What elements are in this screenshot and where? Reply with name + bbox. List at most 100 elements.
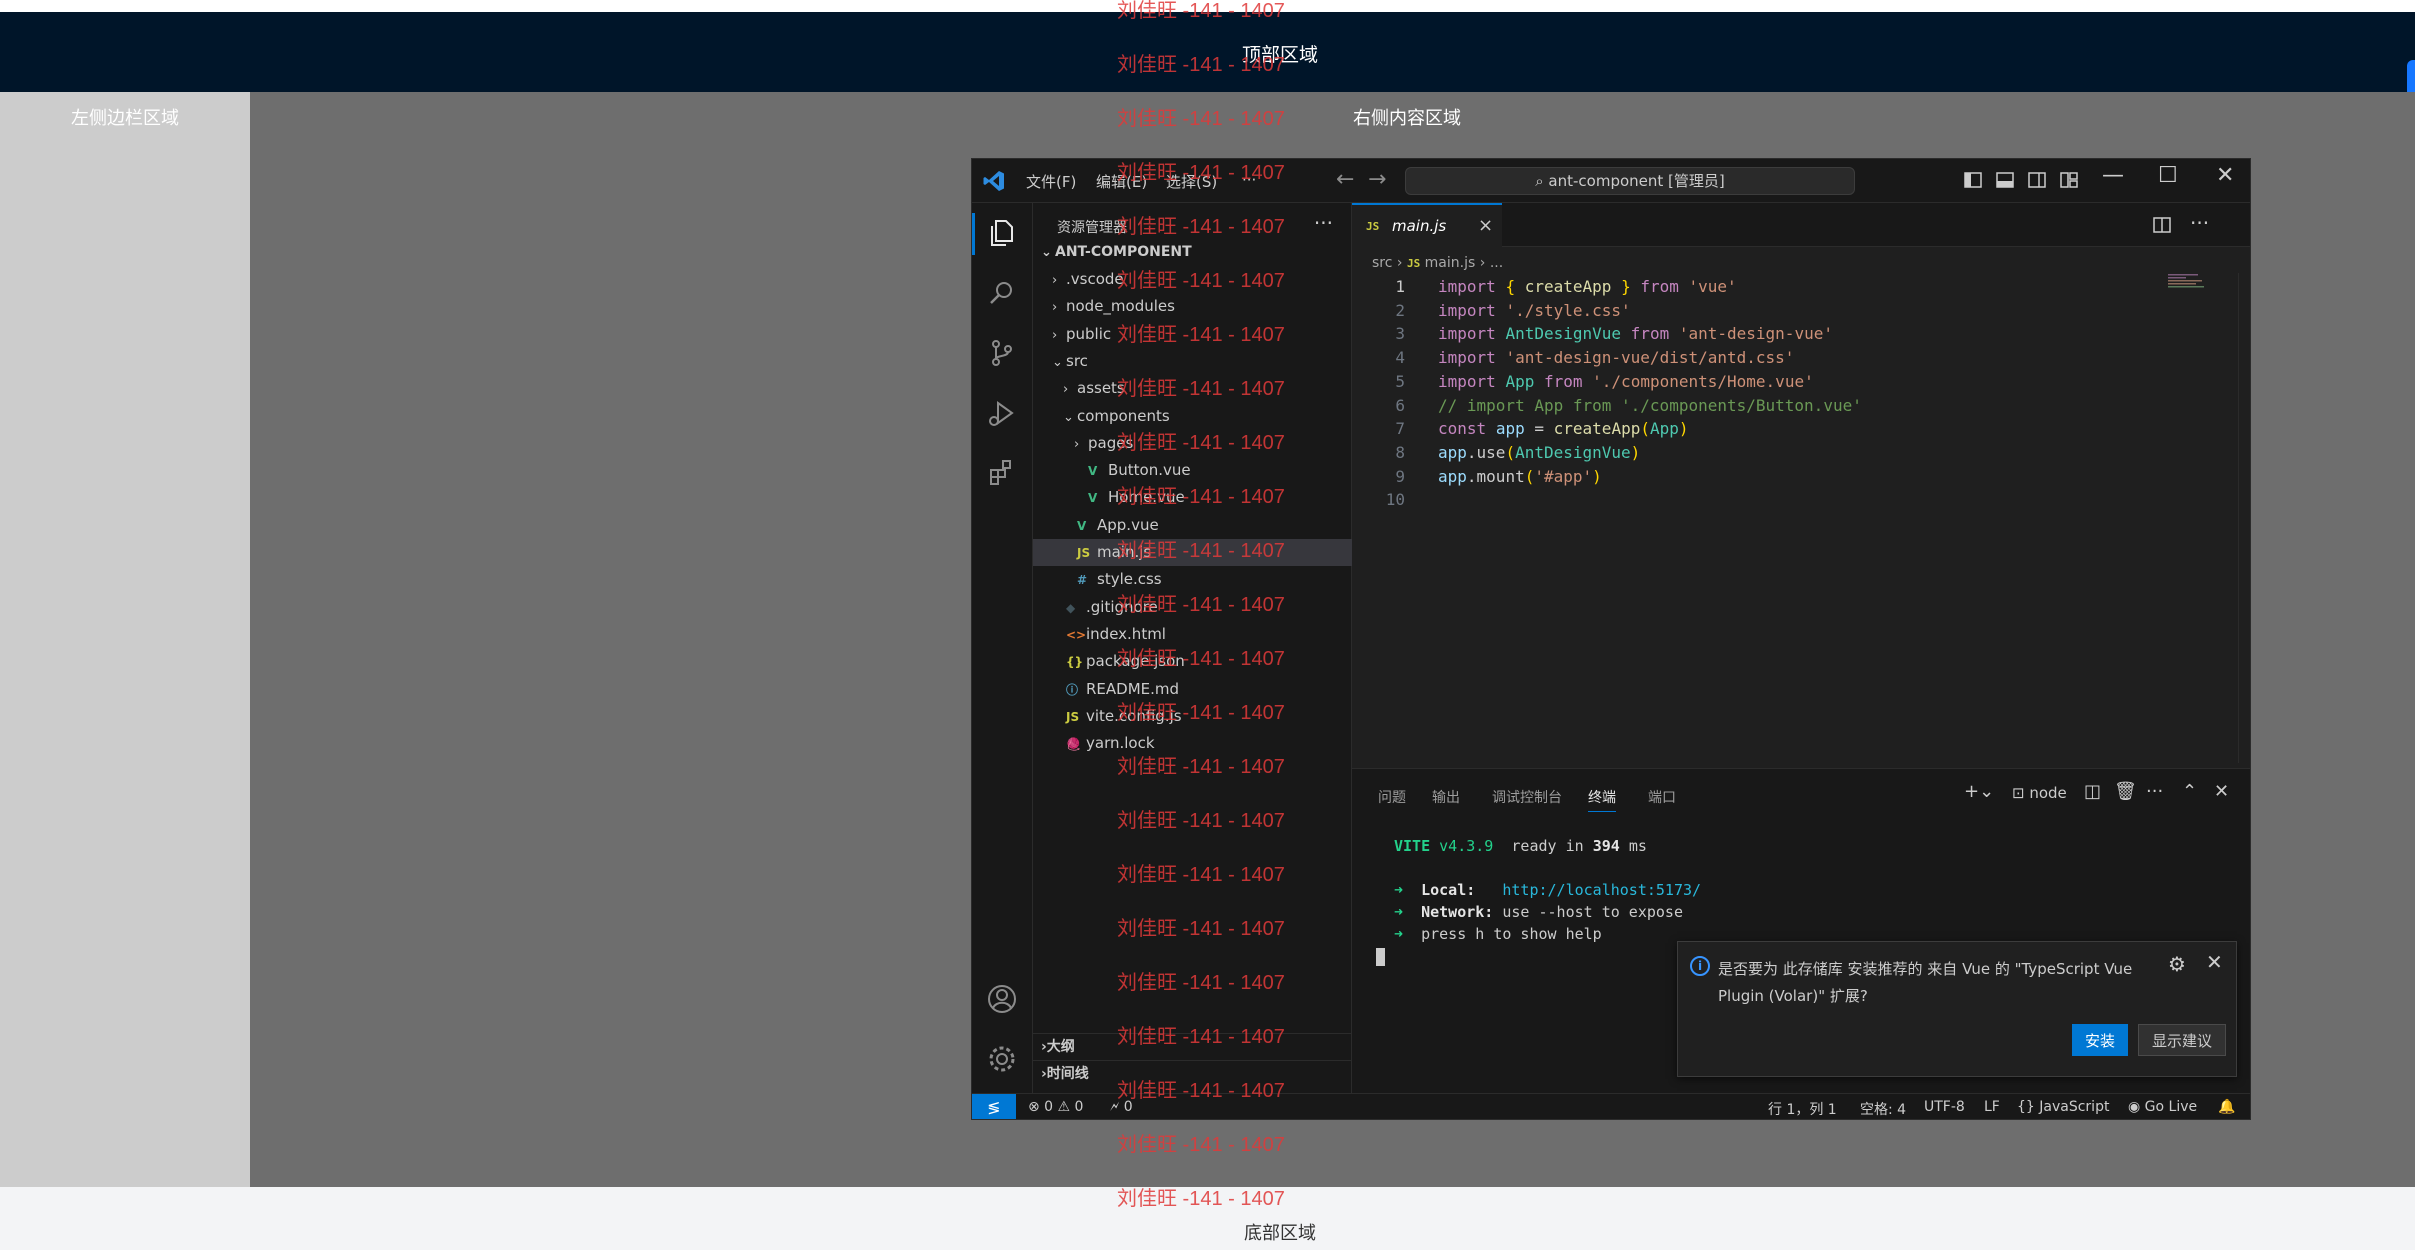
tree-item[interactable]: ⌄ components — [1033, 403, 1352, 430]
code-line[interactable]: 4 import 'ant-design-vue/dist/antd.css' — [1352, 346, 1794, 370]
maximize-icon[interactable]: ☐ — [2158, 163, 2178, 188]
minimap[interactable] — [2168, 273, 2208, 289]
tree-item[interactable]: V Button.vue — [1033, 457, 1352, 484]
breadcrumb: src › JS main.js › ... — [1372, 255, 1503, 271]
toggle-sidebar-icon[interactable] — [1962, 169, 1984, 191]
editor-more-icon[interactable]: ··· — [2190, 211, 2209, 235]
breadcrumb-symbol[interactable]: ... — [1490, 255, 1503, 271]
code-line[interactable]: 3 import AntDesignVue from 'ant-design-vu… — [1352, 322, 1833, 346]
problems-status[interactable]: ⊗ 0 ⚠ 0 — [1028, 1099, 1083, 1115]
tab-ports[interactable]: 端口 — [1648, 787, 1676, 807]
tree-item[interactable]: JS main.js — [1033, 539, 1352, 566]
tree-item[interactable]: › pages — [1033, 430, 1352, 457]
tab-output[interactable]: 输出 — [1432, 787, 1460, 807]
run-debug-icon[interactable] — [986, 397, 1018, 429]
minimize-icon[interactable]: — — [2102, 163, 2124, 188]
menu-file[interactable]: 文件(F) — [1026, 171, 1076, 192]
code-line[interactable]: 2 import './style.css' — [1352, 299, 1630, 323]
customize-layout-icon[interactable] — [2058, 169, 2080, 191]
tree-item[interactable]: ⌄ src — [1033, 348, 1352, 375]
outline-section[interactable]: ›大纲 — [1033, 1033, 1352, 1060]
tree-item-label: App.vue — [1097, 515, 1159, 534]
tree-item[interactable]: ⓘ README.md — [1033, 676, 1352, 703]
split-terminal-icon[interactable]: ◫ — [2084, 781, 2101, 802]
maximize-panel-icon[interactable]: ⌃ — [2182, 781, 2197, 802]
split-editor-icon[interactable] — [2152, 215, 2172, 235]
code-line[interactable]: 5 import App from './components/Home.vue' — [1352, 370, 1813, 394]
close-icon[interactable]: ✕ — [2206, 950, 2223, 974]
code-line[interactable]: 7 const app = createApp(App) — [1352, 417, 1688, 441]
close-window-icon[interactable]: ✕ — [2216, 163, 2234, 188]
tree-item[interactable]: 🧶 yarn.lock — [1033, 730, 1352, 757]
extensions-icon[interactable] — [986, 457, 1018, 489]
breadcrumb-src[interactable]: src — [1372, 255, 1392, 271]
source-control-icon[interactable] — [986, 337, 1018, 369]
explorer-title: 资源管理器 — [1057, 220, 1127, 236]
close-icon[interactable]: × — [1478, 215, 1493, 236]
code-line[interactable]: 6 // import App from './components/Button… — [1352, 394, 1861, 418]
search-icon[interactable] — [986, 277, 1018, 309]
line-number: 2 — [1395, 300, 1405, 320]
tree-item[interactable]: › .vscode — [1033, 266, 1352, 293]
tab-problems[interactable]: 问题 — [1378, 787, 1406, 807]
code-text: import { createApp } from 'vue' — [1438, 277, 1737, 296]
code-line[interactable]: 8 app.use(AntDesignVue) — [1352, 441, 1640, 465]
toggle-secondary-sidebar-icon[interactable] — [2026, 169, 2048, 191]
forward-arrow-icon[interactable]: → — [1368, 167, 1386, 192]
chevron-right-icon: › — [1396, 255, 1407, 271]
timeline-section[interactable]: ›时间线 — [1033, 1060, 1352, 1087]
tree-item[interactable]: V App.vue — [1033, 512, 1352, 539]
new-terminal-icon[interactable]: +⌄ — [1964, 781, 1994, 802]
show-recommendations-button[interactable]: 显示建议 — [2138, 1024, 2226, 1056]
extension-recommendation-notification: i 是否要为 此存储库 安装推荐的 来自 Vue 的 "TypeScript V… — [1677, 941, 2237, 1077]
editor-scrollbar[interactable] — [2238, 273, 2250, 763]
close-panel-icon[interactable]: ✕ — [2214, 781, 2229, 802]
breadcrumb-file[interactable]: main.js — [1425, 255, 1476, 271]
code-line[interactable]: 9 app.mount('#app') — [1352, 465, 1601, 489]
tab-debug-console[interactable]: 调试控制台 — [1492, 787, 1562, 807]
tree-item[interactable]: ◆ .gitignore — [1033, 594, 1352, 621]
code-line[interactable]: 1 import { createApp } from 'vue' — [1352, 275, 1736, 299]
command-center-search[interactable]: ⌕ ant-component [管理员] — [1405, 167, 1855, 195]
local-url-link[interactable]: http://localhost:5173/ — [1502, 881, 1701, 899]
explorer-root-folder[interactable]: ⌄ ANT-COMPONENT — [1033, 239, 1352, 266]
terminal-cursor[interactable] — [1376, 945, 1385, 967]
notifications-bell-icon[interactable]: 🔔 — [2218, 1099, 2235, 1115]
tree-item[interactable]: V Home.vue — [1033, 484, 1352, 511]
encoding-status[interactable]: UTF-8 — [1924, 1099, 1965, 1115]
menu-edit[interactable]: 编辑(E) — [1096, 171, 1147, 192]
header-title: 顶部区域 — [1241, 45, 1318, 66]
install-button[interactable]: 安装 — [2072, 1024, 2128, 1056]
toggle-panel-icon[interactable] — [1994, 169, 2016, 191]
tree-item[interactable]: JS vite.config.js — [1033, 703, 1352, 730]
panel-more-icon[interactable]: ··· — [2146, 781, 2163, 802]
explorer-files-icon[interactable] — [986, 217, 1018, 249]
trash-icon[interactable]: 🗑 — [2114, 781, 2137, 802]
language-mode-status[interactable]: {} JavaScript — [2017, 1099, 2109, 1115]
indentation-status[interactable]: 空格: 4 — [1860, 1099, 1906, 1119]
tree-item[interactable]: {} package.json — [1033, 648, 1352, 675]
go-live-button[interactable]: ◉ Go Live — [2128, 1099, 2197, 1115]
gear-icon[interactable]: ⚙ — [2168, 952, 2186, 976]
explorer-more-icon[interactable]: ··· — [1314, 211, 1333, 235]
tree-item[interactable]: › node_modules — [1033, 293, 1352, 320]
tree-item[interactable]: # style.css — [1033, 566, 1352, 593]
eol-status[interactable]: LF — [1984, 1099, 2000, 1115]
tab-terminal[interactable]: 终端 — [1588, 787, 1616, 812]
gear-icon[interactable] — [986, 1043, 1018, 1075]
chevron-right-icon: › — [1479, 255, 1490, 271]
menu-selection[interactable]: 选择(S) — [1166, 171, 1217, 192]
menu-more[interactable]: ··· — [1242, 171, 1256, 189]
ports-status[interactable]: 🗲 0 — [1110, 1099, 1133, 1115]
tab-main-js[interactable]: JS main.js × — [1352, 203, 1502, 247]
back-arrow-icon[interactable]: ← — [1336, 167, 1354, 192]
line-number: 5 — [1395, 371, 1405, 391]
remote-indicator-icon[interactable]: ≶ — [972, 1094, 1016, 1119]
tree-item[interactable]: › public — [1033, 321, 1352, 348]
tree-item[interactable]: <>index.html — [1033, 621, 1352, 648]
cursor-position-status[interactable]: 行 1，列 1 — [1768, 1099, 1837, 1119]
account-icon[interactable] — [986, 983, 1018, 1015]
code-line[interactable]: 10 — [1352, 488, 1405, 512]
tree-item[interactable]: › assets — [1033, 375, 1352, 402]
terminal-selector[interactable]: ⊡ node — [2012, 784, 2067, 802]
